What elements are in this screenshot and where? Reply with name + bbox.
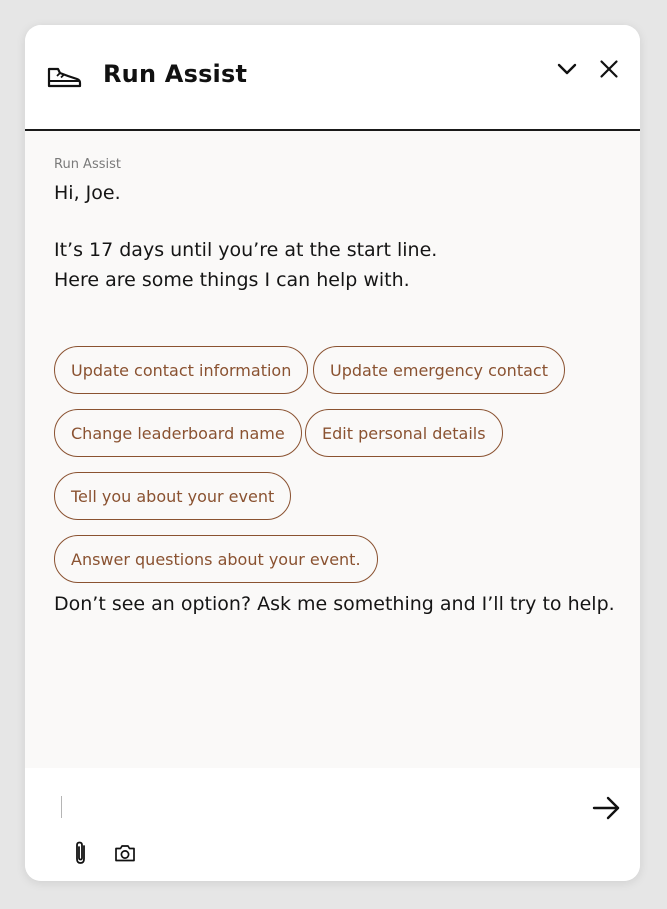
arrow-right-icon <box>592 796 620 820</box>
running-shoe-icon <box>47 67 82 88</box>
camera-button[interactable] <box>113 842 137 864</box>
option-update-emergency-contact[interactable]: Update emergency contact <box>313 346 565 394</box>
chat-header: Run Assist <box>25 25 640 131</box>
camera-icon <box>115 845 135 862</box>
option-answer-event-questions[interactable]: Answer questions about your event. <box>54 535 378 583</box>
attach-file-button[interactable] <box>71 840 91 866</box>
message-input[interactable] <box>63 790 587 826</box>
fallback-text: Don’t see an option? Ask me something an… <box>54 593 615 615</box>
intro-text-line-2: Here are some things I can help with. <box>54 269 410 291</box>
intro-text-line-1: It’s 17 days until you’re at the start l… <box>54 239 438 261</box>
option-change-leaderboard-name[interactable]: Change leaderboard name <box>54 409 302 457</box>
close-icon <box>600 60 618 78</box>
paperclip-icon <box>76 841 85 864</box>
option-update-contact-information[interactable]: Update contact information <box>54 346 309 394</box>
close-button[interactable] <box>597 57 621 81</box>
message-sender: Run Assist <box>54 157 121 172</box>
send-button[interactable] <box>591 792 623 824</box>
option-edit-personal-details[interactable]: Edit personal details <box>305 409 503 457</box>
text-cursor <box>61 796 62 818</box>
chevron-down-icon <box>557 63 577 75</box>
chat-window: Run Assist Run Assist Hi, Joe. It’s 17 d… <box>25 25 640 881</box>
greeting-text: Hi, Joe. <box>54 182 121 204</box>
message-area[interactable]: Run Assist Hi, Joe. It’s 17 days until y… <box>25 131 640 768</box>
message-composer <box>25 768 640 881</box>
minimize-button[interactable] <box>555 57 579 81</box>
option-tell-about-event[interactable]: Tell you about your event <box>54 472 292 520</box>
chat-title: Run Assist <box>103 60 248 88</box>
